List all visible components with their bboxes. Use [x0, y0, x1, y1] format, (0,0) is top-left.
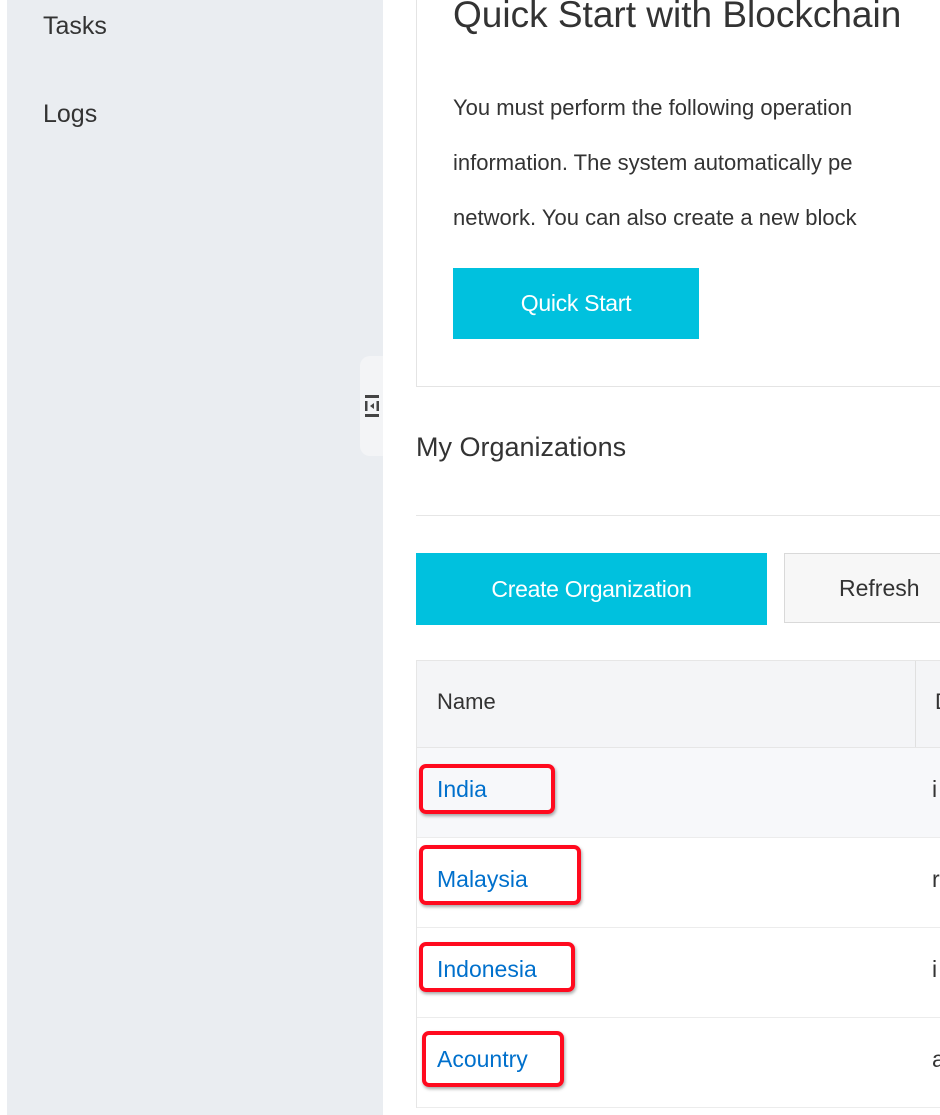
section-divider	[416, 515, 940, 516]
org-link-acountry[interactable]: Acountry	[437, 1046, 528, 1073]
org-link-india[interactable]: India	[437, 776, 487, 803]
sidebar-collapse-toggle[interactable]	[360, 356, 384, 456]
table-header: Name D	[417, 661, 940, 748]
table-cell: i	[932, 956, 938, 982]
quick-start-description: You must perform the following operation…	[453, 95, 857, 230]
table-row: Malaysia r	[417, 838, 940, 928]
collapse-sidebar-icon	[365, 395, 379, 417]
main-content: Quick Start with Blockchain You must per…	[383, 0, 940, 1115]
sidebar: Tasks Logs	[7, 0, 383, 1115]
table-cell: i	[932, 776, 938, 802]
sidebar-item-tasks[interactable]: Tasks	[43, 12, 107, 41]
table-cell: a	[932, 1046, 940, 1072]
table-row: India i	[417, 748, 940, 838]
create-organization-button[interactable]: Create Organization	[416, 553, 767, 625]
column-header-name: Name	[437, 689, 496, 714]
org-link-indonesia[interactable]: Indonesia	[437, 956, 537, 983]
table-row: Indonesia i	[417, 928, 940, 1018]
refresh-button[interactable]: Refresh	[784, 553, 940, 623]
organizations-table: Name D India i Malaysia r Indonesia i Ac…	[416, 660, 940, 1108]
table-row: Acountry a	[417, 1018, 940, 1108]
org-link-malaysia[interactable]: Malaysia	[437, 866, 528, 893]
column-separator	[915, 661, 916, 747]
quick-start-title: Quick Start with Blockchain	[453, 0, 902, 35]
section-title-my-organizations: My Organizations	[416, 432, 627, 462]
quick-start-card: Quick Start with Blockchain You must per…	[416, 0, 940, 387]
column-header-second: D	[935, 689, 940, 715]
table-cell: r	[932, 866, 940, 892]
quick-start-button[interactable]: Quick Start	[453, 268, 699, 339]
sidebar-item-logs[interactable]: Logs	[43, 100, 97, 129]
